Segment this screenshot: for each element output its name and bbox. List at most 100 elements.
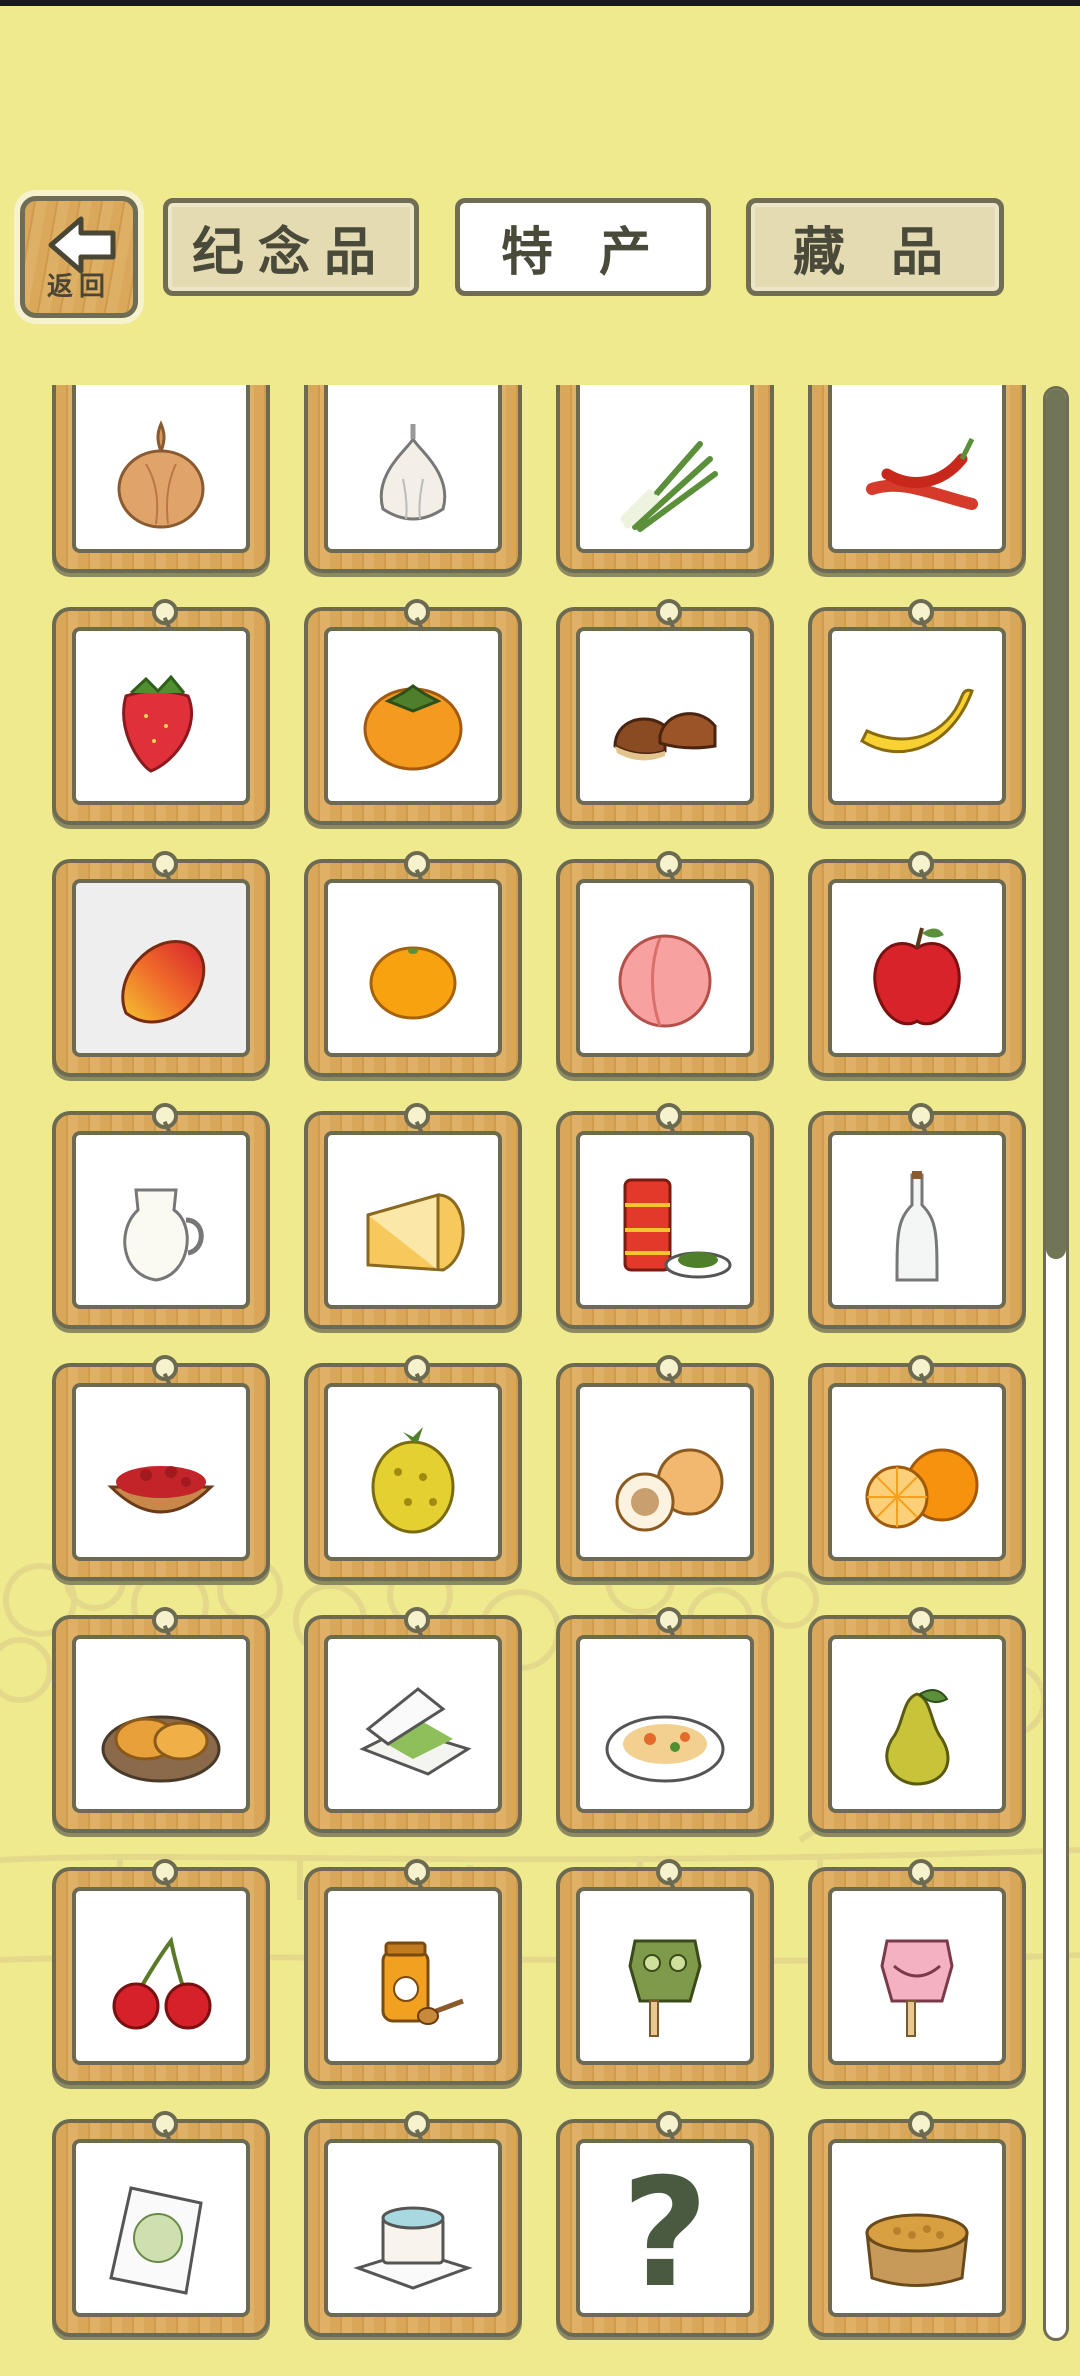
hook (152, 599, 178, 625)
snack-bag-icon (109, 2186, 203, 2295)
item-card-persimmon[interactable] (304, 599, 522, 825)
cheese-icon (366, 1193, 465, 1272)
cherries-icon (112, 1936, 212, 2030)
item-card-mango[interactable] (52, 851, 270, 1077)
hook (404, 1607, 430, 1633)
hook (152, 1103, 178, 1129)
item-card-peach[interactable] (556, 851, 774, 1077)
item-card-snack-bag[interactable] (52, 2111, 270, 2337)
chestnuts-icon (613, 712, 717, 761)
hook (656, 1859, 682, 1885)
item-card-cantaloupe[interactable] (556, 1355, 774, 1581)
tab-collection[interactable]: 藏 品 (746, 198, 1004, 296)
milk-jug-icon (123, 1188, 204, 1282)
item-card-strawberry[interactable] (52, 599, 270, 825)
hook (152, 1607, 178, 1633)
peach-icon (618, 934, 712, 1028)
item-card-goji-berries[interactable] (52, 1355, 270, 1581)
horned-melon-icon (371, 1427, 455, 1534)
item-card-cake[interactable] (304, 2111, 522, 2337)
hook (656, 599, 682, 625)
hook (908, 851, 934, 877)
hook (152, 1859, 178, 1885)
hook (908, 1103, 934, 1129)
hook (404, 2111, 430, 2137)
pink-popsicle-icon (880, 1939, 954, 2037)
status-bar (0, 0, 1080, 6)
item-card-bronze-mask-popsicle[interactable] (556, 1859, 774, 2085)
hook (152, 2111, 178, 2137)
item-card-pear[interactable] (808, 1607, 1026, 1833)
item-card-onion[interactable] (52, 385, 270, 573)
back-label: 返回 (46, 272, 111, 302)
glass-bottle-icon (895, 1171, 939, 1282)
bean-bowl-icon (865, 2213, 969, 2287)
hook (656, 1355, 682, 1381)
hook (152, 1355, 178, 1381)
garlic-icon (379, 424, 447, 521)
hook (152, 851, 178, 877)
chili-peppers-icon (866, 437, 978, 510)
hook (908, 1607, 934, 1633)
item-card-flatbread[interactable] (52, 1607, 270, 1833)
item-card-bean-bowl[interactable] (808, 2111, 1026, 2337)
persimmon-icon (363, 684, 463, 771)
flatbread-icon (101, 1715, 221, 1783)
specialty-grid: ? (50, 385, 1030, 2340)
hook (656, 851, 682, 877)
hook (908, 599, 934, 625)
tab-souvenirs[interactable]: 纪念品 (163, 198, 419, 296)
onion-icon (117, 420, 205, 529)
hook (908, 2111, 934, 2137)
apple-icon (873, 927, 961, 1026)
goji-berries-icon (107, 1466, 215, 1514)
item-card-garlic[interactable] (304, 385, 522, 573)
mango-icon (121, 940, 206, 1024)
unknown-item-mark: ? (621, 2147, 709, 2317)
item-card-bento-box[interactable] (304, 1607, 522, 1833)
hook (656, 2111, 682, 2137)
banana-icon (860, 688, 974, 754)
orange-icon (865, 1448, 979, 1529)
item-card-noodle-dish[interactable] (556, 1607, 774, 1833)
mandarin-orange-icon (369, 946, 457, 1020)
item-card-milk-jug[interactable] (52, 1103, 270, 1329)
item-card-cherries[interactable] (52, 1859, 270, 2085)
cantaloupe-icon (615, 1448, 724, 1532)
item-card-honey-jar[interactable] (304, 1859, 522, 2085)
hook (656, 1103, 682, 1129)
hook (908, 1355, 934, 1381)
item-card-cheese[interactable] (304, 1103, 522, 1329)
cake-icon (353, 2206, 473, 2290)
item-card-green-onion[interactable] (556, 385, 774, 573)
hook (656, 1607, 682, 1633)
item-card-apple[interactable] (808, 851, 1026, 1077)
tea-tins-icon (623, 1178, 732, 1279)
hook (908, 1859, 934, 1885)
scrollbar-thumb[interactable] (1046, 389, 1066, 1259)
item-card-unknown[interactable]: ? (556, 2111, 774, 2337)
hook (404, 1859, 430, 1885)
item-card-banana[interactable] (808, 599, 1026, 825)
item-card-mandarin-orange[interactable] (304, 851, 522, 1077)
tab-specialties[interactable]: 特 产 (455, 198, 711, 296)
back-button[interactable]: 返回 (14, 190, 144, 324)
item-card-chestnuts[interactable] (556, 599, 774, 825)
item-card-glass-bottle[interactable] (808, 1103, 1026, 1329)
scrollbar[interactable] (1043, 386, 1069, 2341)
noodle-dish-icon (605, 1715, 725, 1783)
item-card-tea-tins-and-leaves[interactable] (556, 1103, 774, 1329)
item-card-chili-peppers[interactable] (808, 385, 1026, 573)
item-card-horned-melon[interactable] (304, 1355, 522, 1581)
hook (404, 599, 430, 625)
bento-box-icon (359, 1687, 472, 1776)
hook (404, 1355, 430, 1381)
hook (404, 851, 430, 877)
honey-jar-icon (381, 1941, 464, 2025)
pear-icon (885, 1689, 950, 1786)
hook (404, 1103, 430, 1129)
item-card-pink-popsicle[interactable] (808, 1859, 1026, 2085)
green-onion-icon (620, 441, 718, 532)
strawberry-icon (122, 674, 194, 773)
item-card-orange[interactable] (808, 1355, 1026, 1581)
